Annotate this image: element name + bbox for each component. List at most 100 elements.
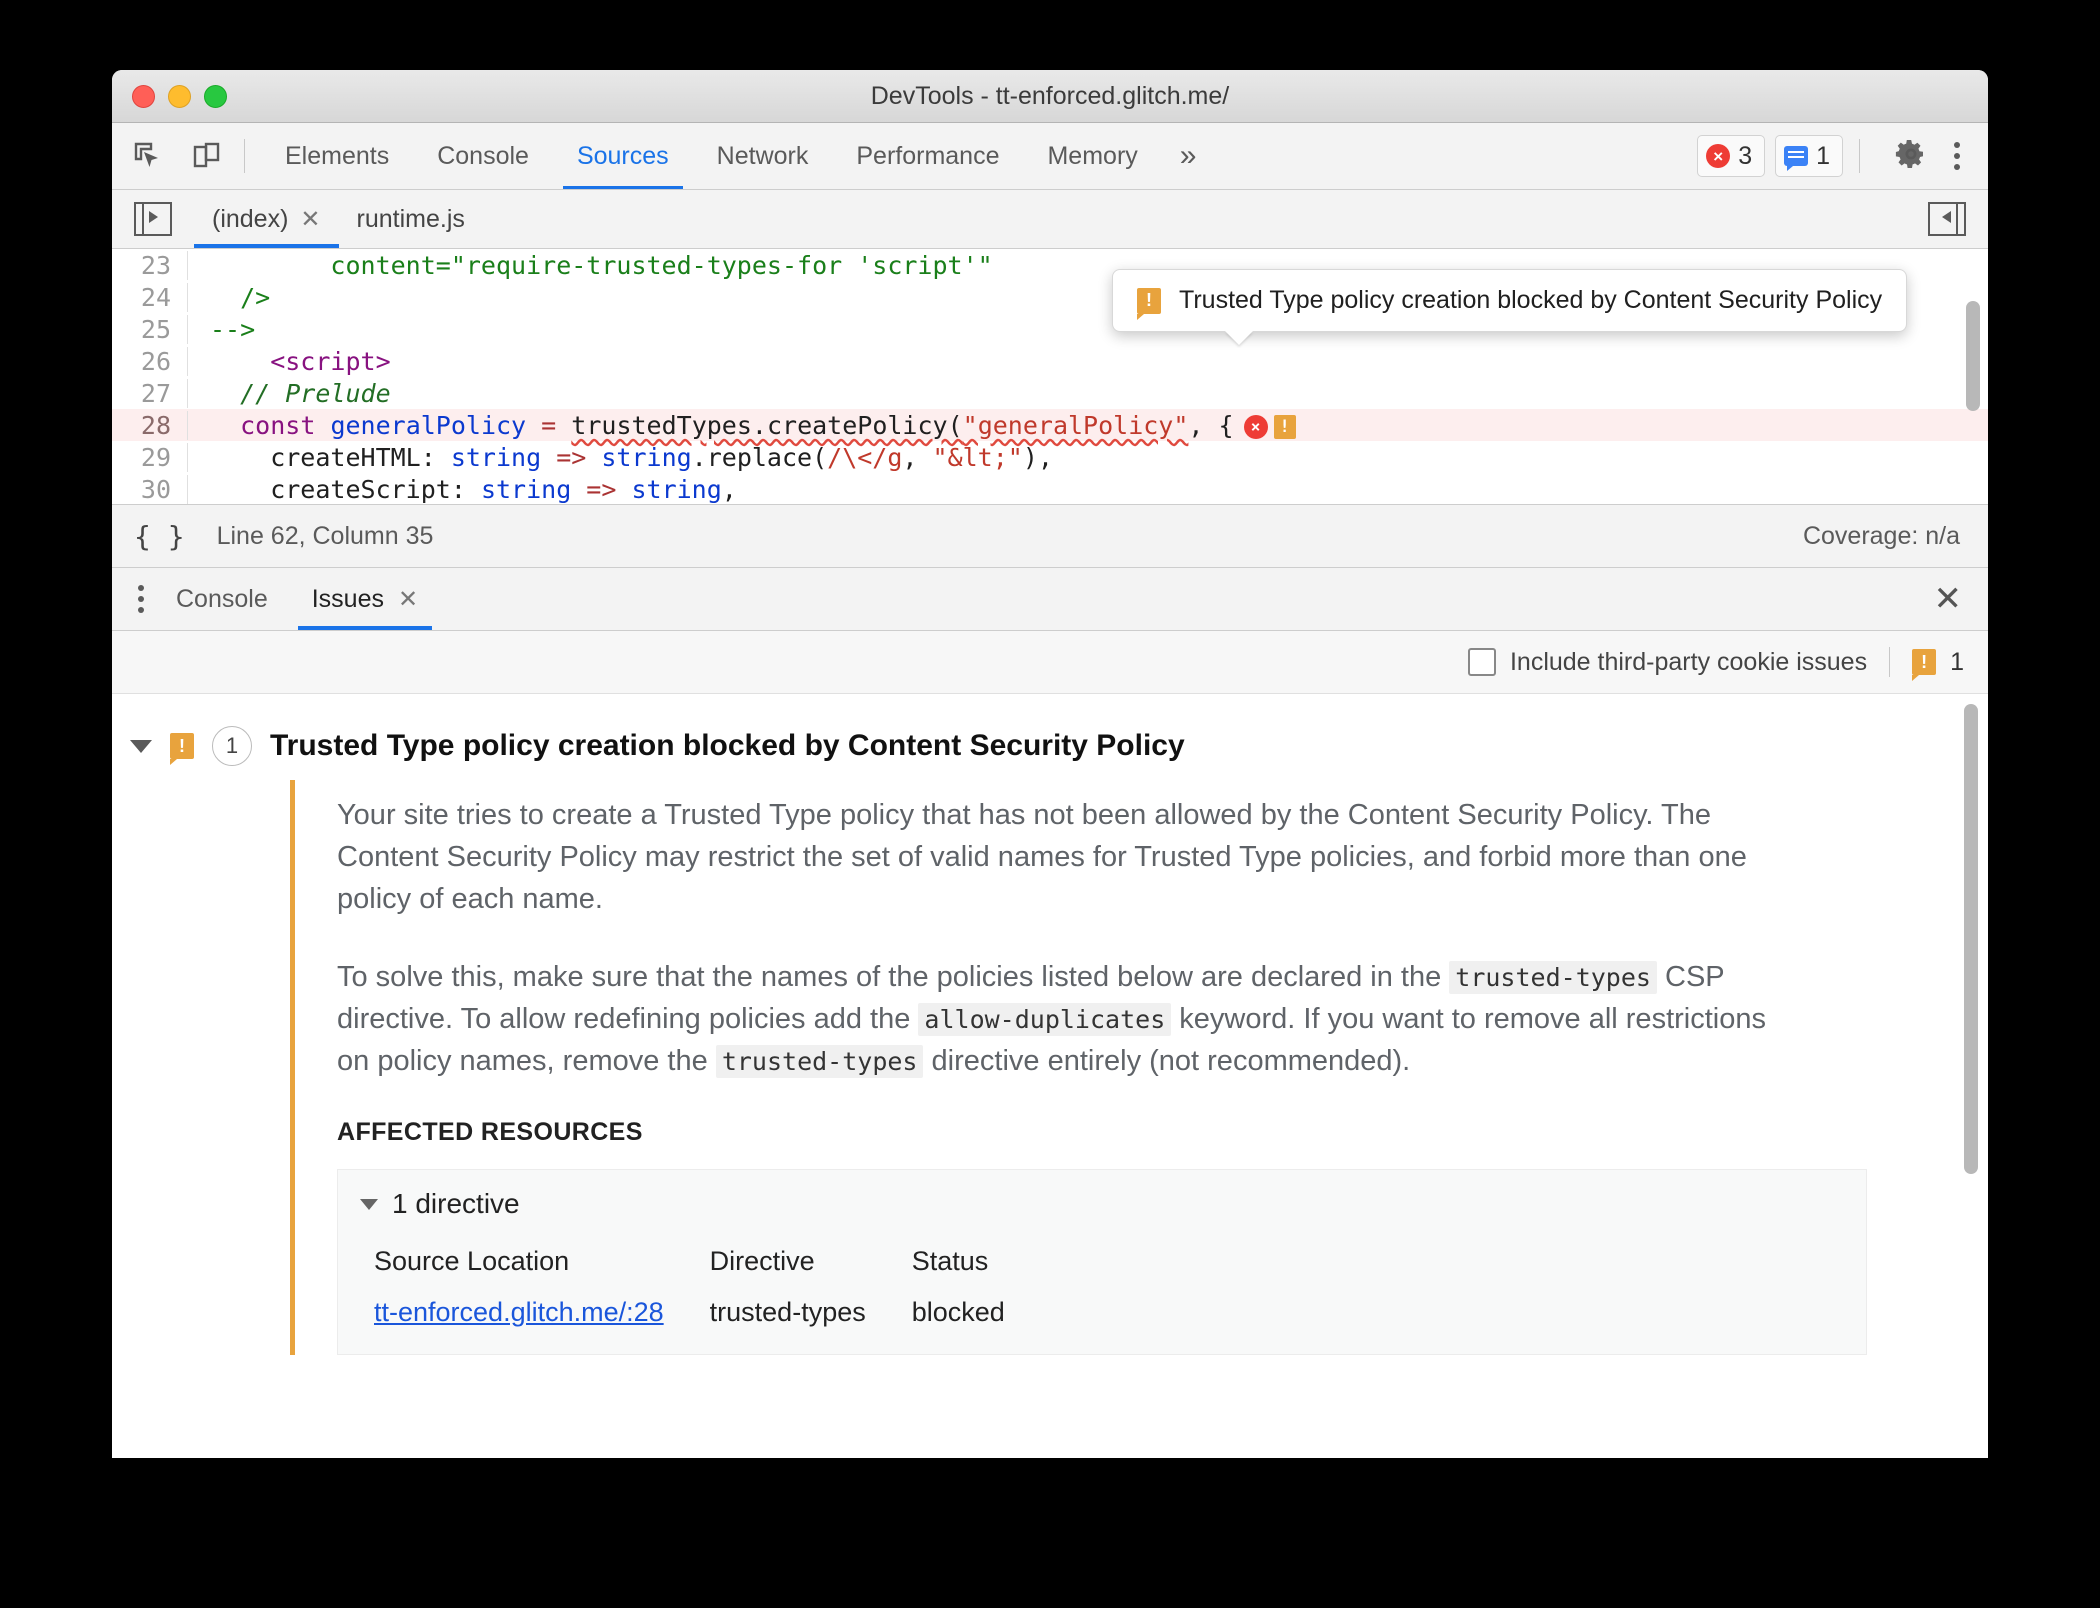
file-tab-runtime-js[interactable]: runtime.js [339, 190, 483, 248]
device-toolbar-icon[interactable] [184, 134, 228, 178]
code-allow-duplicates: allow-duplicates [918, 1003, 1172, 1037]
toolbar-right-group: × 3 1 [1687, 135, 1988, 177]
close-drawer-button[interactable]: ✕ [1934, 579, 1963, 619]
chevron-down-icon[interactable] [130, 739, 152, 753]
drawer-tab-issues-label: Issues [311, 584, 384, 613]
line-number: 28 [112, 410, 188, 440]
message-count-badge[interactable]: 1 [1775, 135, 1843, 177]
tab-console[interactable]: Console [413, 123, 553, 189]
kebab-menu-icon[interactable] [128, 579, 154, 619]
code-editor[interactable]: 23 content="require-trusted-types-for 's… [112, 249, 1988, 505]
tab-network[interactable]: Network [693, 123, 833, 189]
error-circle-icon: × [1706, 144, 1731, 168]
kebab-menu-icon[interactable] [1944, 136, 1970, 176]
tab-sources[interactable]: Sources [553, 123, 693, 189]
cell-source-location[interactable]: tt-enforced.glitch.me/:28 [374, 1297, 710, 1328]
issues-filter-bar: Include third-party cookie issues ! 1 [112, 631, 1988, 694]
drawer-tab-console[interactable]: Console [154, 568, 290, 630]
devtools-toolbar: Elements Console Sources Network Perform… [112, 123, 1988, 190]
error-count-badge[interactable]: × 3 [1697, 135, 1766, 177]
tab-console-label: Console [437, 141, 529, 170]
tab-sources-label: Sources [576, 141, 669, 170]
line-content: const generalPolicy = trustedTypes.creat… [188, 411, 1296, 440]
line-content: createScript: string => string, [188, 475, 737, 504]
token-string: "&lt;" [932, 442, 1023, 472]
token-type2: string [601, 442, 692, 472]
code-line: 27 // Prelude [112, 377, 1988, 409]
gear-icon[interactable] [1894, 137, 1928, 176]
source-location-link[interactable]: tt-enforced.glitch.me/:28 [374, 1297, 664, 1327]
table-body: tt-enforced.glitch.me/:28 trusted-types … [374, 1297, 1051, 1328]
line23-text: content="require-trusted-types-for 'scri… [270, 250, 993, 280]
show-navigator-icon[interactable] [134, 202, 172, 236]
file-tab-index-label: (index) [212, 204, 289, 233]
pretty-print-braces-icon[interactable]: { } [134, 520, 185, 553]
source-file-tabs: (index) ✕ runtime.js [194, 190, 483, 248]
file-tab-index[interactable]: (index) ✕ [194, 190, 339, 248]
warning-icon: ! [170, 733, 194, 765]
error-circle-icon[interactable]: × [1243, 414, 1268, 439]
cursor-position: Line 62, Column 35 [216, 521, 434, 550]
line-number: 26 [112, 346, 188, 376]
code-line: 26 <script> [112, 345, 1988, 377]
message-count: 1 [1816, 141, 1830, 170]
third-party-cookie-checkbox-row[interactable]: Include third-party cookie issues [1467, 647, 1868, 677]
issue-title: Trusted Type policy creation blocked by … [270, 729, 1185, 762]
tab-network-label: Network [716, 141, 809, 170]
devtools-window: DevTools - tt-enforced.glitch.me/ Elemen… [112, 70, 1988, 1458]
drawer-tab-bar: Console Issues ✕ ✕ [112, 568, 1988, 631]
toolbar-divider [244, 139, 245, 173]
code-trusted-types-1: trusted-types [1449, 961, 1657, 995]
close-icon[interactable]: ✕ [398, 585, 418, 614]
resource-group-summary: 1 directive [392, 1188, 520, 1220]
third-party-cookie-label: Include third-party cookie issues [1509, 647, 1868, 676]
tab-performance[interactable]: Performance [832, 123, 1023, 189]
tab-memory-label: Memory [1047, 141, 1138, 170]
token-replace: .replace( [691, 442, 828, 472]
issue-description-1: Your site tries to create a Trusted Type… [337, 799, 1747, 916]
token-regex: /\</g [827, 442, 903, 472]
tab-elements[interactable]: Elements [261, 123, 413, 189]
token-type: string [450, 442, 542, 472]
affected-resources-box: 1 directive Source Location Directive St… [337, 1169, 1867, 1356]
more-panels-button[interactable]: » [1162, 123, 1215, 189]
issue-header-row[interactable]: ! 1 Trusted Type policy creation blocked… [112, 712, 1988, 780]
token-policy-arg: "generalPolicy" [962, 410, 1189, 440]
editor-scrollbar[interactable] [1966, 301, 1980, 411]
issue-tooltip: ! Trusted Type policy creation blocked b… [1112, 269, 1908, 332]
collapse-sidebar-icon[interactable] [1928, 202, 1966, 236]
file-tab-runtime-js-label: runtime.js [356, 204, 465, 233]
line-number: 30 [112, 474, 188, 504]
line-content: content="require-trusted-types-for 'scri… [188, 250, 993, 280]
line-content: createHTML: string => string.replace(/\<… [188, 443, 1053, 472]
window-title-bar: DevTools - tt-enforced.glitch.me/ [112, 70, 1988, 123]
token-tail: , { [1188, 410, 1234, 440]
warning-icon: ! [1137, 287, 1161, 320]
line-number: 23 [112, 250, 188, 280]
source-file-tab-bar: (index) ✕ runtime.js [112, 190, 1988, 249]
table-header: Source Location Directive Status [374, 1246, 1051, 1297]
inline-issue-markers[interactable]: ×! [1243, 414, 1296, 439]
affected-resources-table: Source Location Directive Status tt-enfo… [374, 1246, 1051, 1328]
close-icon[interactable]: ✕ [300, 205, 320, 234]
tooltip-text: Trusted Type policy creation blocked by … [1179, 286, 1883, 314]
issues-scrollbar[interactable] [1964, 704, 1978, 1174]
resource-group-header[interactable]: 1 directive [360, 1188, 1844, 1220]
code-trusted-types-2: trusted-types [715, 1045, 924, 1079]
checkbox-icon[interactable] [1467, 648, 1496, 676]
warning-icon: ! [1912, 649, 1937, 681]
token-equals: = [541, 410, 557, 440]
code-line: 30 createScript: string => string, [112, 473, 1988, 504]
window-title: DevTools - tt-enforced.glitch.me/ [870, 81, 1230, 110]
warning-icon[interactable]: ! [1273, 414, 1296, 439]
tab-memory[interactable]: Memory [1023, 123, 1161, 189]
token-const: const [240, 410, 316, 440]
token-prop: createScript: [210, 474, 481, 504]
inspect-cursor-icon[interactable] [126, 134, 170, 178]
drawer-tab-issues[interactable]: Issues ✕ [290, 568, 440, 630]
error-count: 3 [1738, 141, 1753, 170]
desc2-part4: directive entirely (not recommended). [923, 1045, 1411, 1078]
chevron-down-icon[interactable] [360, 1198, 378, 1210]
issue-warning-count-group: ! 1 [1912, 648, 1964, 681]
drawer-tab-console-label: Console [176, 584, 268, 613]
